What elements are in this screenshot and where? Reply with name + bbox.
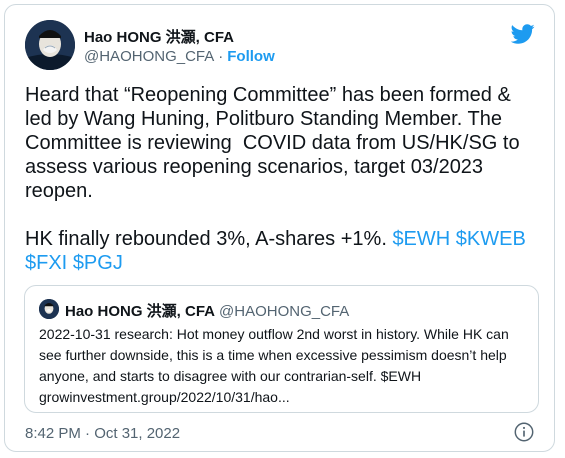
tweet-timestamp[interactable]: 8:42 PM · Oct 31, 2022 (25, 425, 180, 442)
quoted-avatar-image (39, 299, 59, 319)
tweet-card: Hao HONG 洪灝, CFA @HAOHONG_CFA · Follow Hea… (4, 4, 555, 452)
cashtag-fxi[interactable]: $FXI (25, 252, 67, 274)
quoted-author-avatar (39, 299, 59, 319)
quoted-tweet[interactable]: Hao HONG 洪灝, CFA @HAOHONG_CFA 2022-10-31 … (24, 285, 539, 413)
separator-dot: · (218, 48, 224, 65)
author-avatar[interactable] (25, 20, 75, 70)
author-display-name[interactable]: Hao HONG 洪灝, CFA (84, 26, 234, 47)
twitter-bird-icon[interactable] (511, 22, 535, 46)
cashtag-ewh[interactable]: $EWH (392, 228, 450, 250)
author-handle-row: @HAOHONG_CFA · Follow (84, 48, 275, 65)
tweet-text: Heard that “Reopening Committee” has bee… (25, 83, 535, 275)
cashtag-kweb[interactable]: $KWEB (456, 228, 526, 250)
quoted-handle: @HAOHONG_CFA (219, 303, 350, 320)
cashtag-pgj[interactable]: $PGJ (73, 252, 123, 274)
tweet-body: Heard that “Reopening Committee” has bee… (25, 84, 520, 250)
quoted-header: Hao HONG 洪灝, CFA @HAOHONG_CFA (65, 300, 349, 321)
info-icon[interactable] (513, 421, 535, 443)
quoted-text: 2022-10-31 research: Hot money outflow 2… (39, 326, 513, 405)
author-name-row: Hao HONG 洪灝, CFA (84, 26, 234, 47)
follow-button[interactable]: Follow (227, 48, 275, 65)
author-handle[interactable]: @HAOHONG_CFA (84, 48, 214, 65)
quoted-display-name: Hao HONG 洪灝, CFA (65, 303, 216, 320)
avatar-image (25, 20, 75, 70)
